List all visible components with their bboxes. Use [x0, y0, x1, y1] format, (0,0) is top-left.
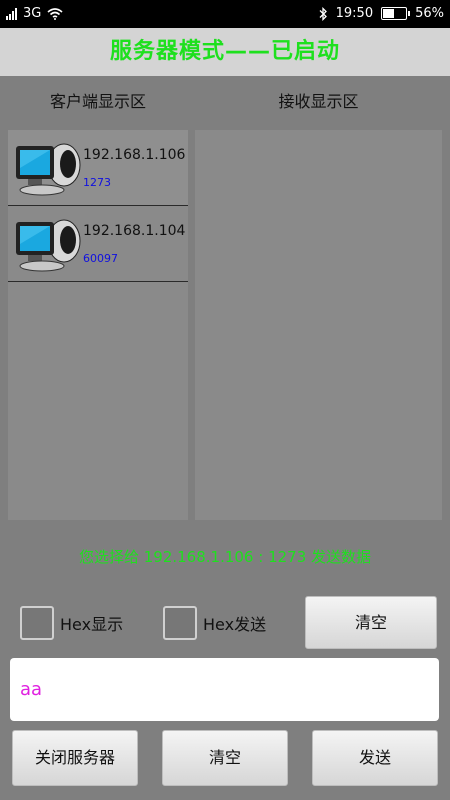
close-server-button[interactable]: 关闭服务器 — [12, 730, 138, 786]
signal-icon — [6, 7, 17, 20]
list-item[interactable]: 192.168.1.106 1273 — [8, 130, 188, 206]
send-button[interactable]: 发送 — [312, 730, 438, 786]
computer-icon — [16, 219, 81, 272]
selection-info: 您选择给 192.168.1.106 : 1273 发送数据 — [78, 548, 372, 566]
client-port: 60097 — [83, 252, 118, 265]
clear-button[interactable]: 清空 — [162, 730, 288, 786]
wifi-icon — [47, 7, 63, 20]
clock: 19:50 — [335, 6, 374, 21]
bluetooth-icon — [319, 6, 327, 21]
computer-icon — [16, 143, 81, 196]
hex-display-label: Hex显示 — [60, 615, 124, 634]
hex-display-option[interactable]: Hex显示 — [20, 606, 123, 640]
list-item[interactable]: 192.168.1.104 60097 — [8, 206, 188, 282]
hex-display-checkbox[interactable] — [20, 606, 54, 640]
client-panel-header: 客户端显示区 — [49, 92, 146, 111]
receive-panel-header: 接收显示区 — [278, 92, 359, 111]
hex-send-option[interactable]: Hex发送 — [163, 606, 266, 640]
battery-percent: 56% — [415, 6, 444, 21]
status-bar: 3G 19:50 56% — [0, 0, 450, 28]
hex-send-label: Hex发送 — [203, 615, 267, 634]
client-ip: 192.168.1.106 — [83, 147, 186, 163]
clear-receive-button[interactable]: 清空 — [305, 596, 437, 649]
client-list[interactable]: 192.168.1.106 1273 192.168.1.104 60097 — [8, 130, 188, 520]
message-input[interactable]: aa — [10, 658, 439, 721]
network-type: 3G — [23, 6, 42, 21]
client-port: 1273 — [83, 176, 111, 189]
page-title: 服务器模式——已启动 — [0, 28, 450, 76]
battery-icon — [381, 7, 411, 20]
client-ip: 192.168.1.104 — [83, 223, 186, 239]
receive-display-area[interactable] — [195, 130, 442, 520]
hex-send-checkbox[interactable] — [163, 606, 197, 640]
